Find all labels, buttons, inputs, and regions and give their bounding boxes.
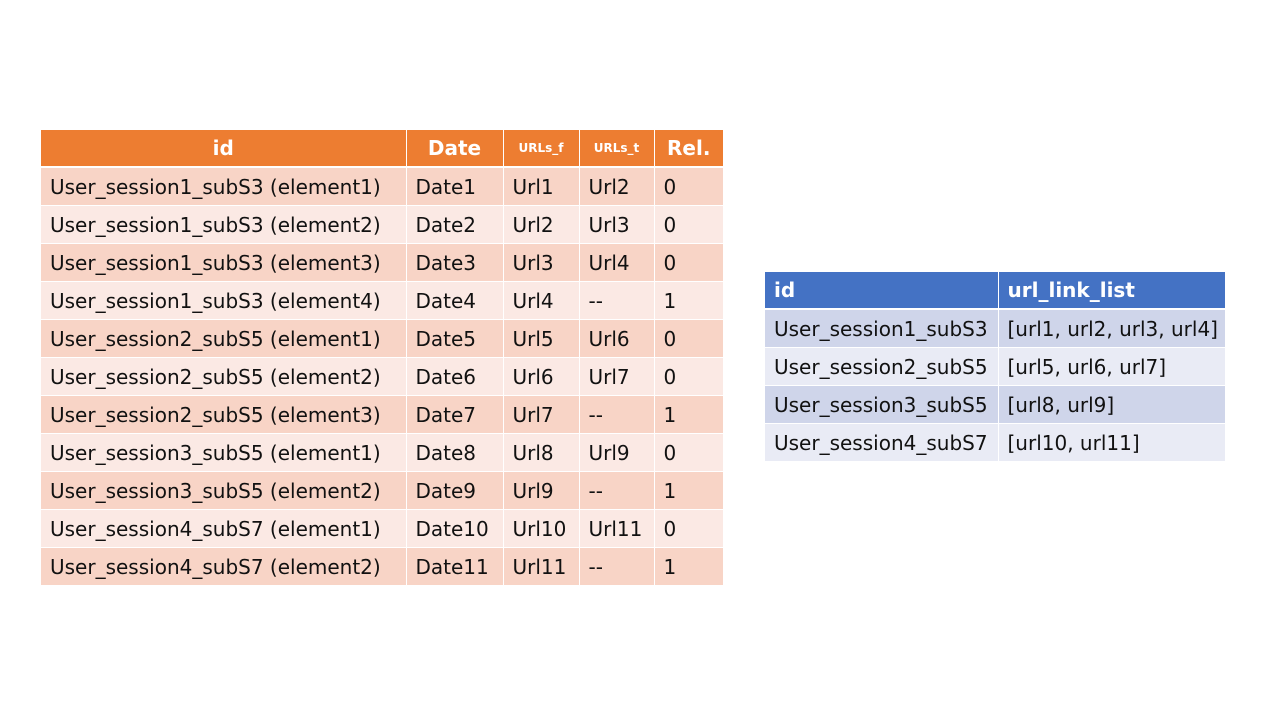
cell-url-to: Url7: [579, 357, 655, 396]
table-row: User_session3_subS5 (element2) Date9 Url…: [41, 471, 723, 510]
cell-url-to: Url3: [579, 205, 655, 244]
cell-url-from: Url4: [503, 281, 580, 320]
table-row: User_session1_subS3 (element4) Date4 Url…: [41, 281, 723, 320]
cell-url-to: --: [579, 547, 655, 586]
cell-date: Date8: [406, 433, 504, 472]
cell-url-from: Url6: [503, 357, 580, 396]
table-row: User_session4_subS7 (element1) Date10 Ur…: [41, 509, 723, 548]
cell-rel: 0: [654, 243, 723, 282]
cell-id: User_session1_subS3 (element1): [41, 167, 407, 206]
cell-url-to: Url11: [579, 509, 655, 548]
column-header-urls-t: URLs_t: [579, 130, 655, 168]
column-header-date: Date: [406, 130, 504, 168]
cell-rel: 0: [654, 357, 723, 396]
table-row: User_session1_subS3 (element1) Date1 Url…: [41, 167, 723, 206]
cell-date: Date11: [406, 547, 504, 586]
cell-id: User_session1_subS3: [765, 309, 999, 348]
table-row: User_session2_subS5 [url5, url6, url7]: [765, 347, 1225, 386]
cell-rel: 0: [654, 433, 723, 472]
column-header-url-link-list: url_link_list: [998, 272, 1225, 310]
slide: id Date URLs_f URLs_t Rel. User_session1…: [0, 0, 1280, 720]
cell-url-link-list: [url10, url11]: [998, 423, 1225, 462]
cell-rel: 1: [654, 471, 723, 510]
cell-date: Date6: [406, 357, 504, 396]
cell-rel: 1: [654, 395, 723, 434]
cell-url-to: --: [579, 395, 655, 434]
cell-id: User_session2_subS5: [765, 347, 999, 386]
cell-url-from: Url11: [503, 547, 580, 586]
table-row: User_session1_subS3 [url1, url2, url3, u…: [765, 309, 1225, 348]
cell-url-to: Url4: [579, 243, 655, 282]
cell-rel: 0: [654, 205, 723, 244]
table-row: User_session4_subS7 (element2) Date11 Ur…: [41, 547, 723, 586]
cell-url-link-list: [url8, url9]: [998, 385, 1225, 424]
session-url-list-table: id url_link_list User_session1_subS3 [ur…: [765, 272, 1225, 462]
table-row: User_session3_subS5 (element1) Date8 Url…: [41, 433, 723, 472]
cell-id: User_session1_subS3 (element3): [41, 243, 407, 282]
cell-rel: 0: [654, 319, 723, 358]
cell-url-from: Url3: [503, 243, 580, 282]
column-header-id: id: [765, 272, 999, 310]
cell-url-link-list: [url5, url6, url7]: [998, 347, 1225, 386]
table-row: User_session2_subS5 (element2) Date6 Url…: [41, 357, 723, 396]
table-row: User_session2_subS5 (element1) Date5 Url…: [41, 319, 723, 358]
cell-id: User_session2_subS5 (element3): [41, 395, 407, 434]
table-row: User_session3_subS5 [url8, url9]: [765, 385, 1225, 424]
cell-url-link-list: [url1, url2, url3, url4]: [998, 309, 1225, 348]
cell-url-to: Url6: [579, 319, 655, 358]
cell-id: User_session3_subS5 (element1): [41, 433, 407, 472]
cell-url-from: Url5: [503, 319, 580, 358]
column-header-rel: Rel.: [654, 130, 723, 168]
cell-url-to: Url9: [579, 433, 655, 472]
cell-id: User_session4_subS7 (element2): [41, 547, 407, 586]
cell-id: User_session1_subS3 (element4): [41, 281, 407, 320]
cell-rel: 1: [654, 547, 723, 586]
cell-url-from: Url7: [503, 395, 580, 434]
column-header-id: id: [41, 130, 407, 168]
cell-url-to: --: [579, 471, 655, 510]
cell-date: Date7: [406, 395, 504, 434]
table-header-row: id url_link_list: [765, 272, 1225, 310]
column-header-urls-f: URLs_f: [503, 130, 580, 168]
cell-date: Date5: [406, 319, 504, 358]
cell-id: User_session1_subS3 (element2): [41, 205, 407, 244]
table-row: User_session1_subS3 (element2) Date2 Url…: [41, 205, 723, 244]
cell-url-to: Url2: [579, 167, 655, 206]
cell-id: User_session3_subS5 (element2): [41, 471, 407, 510]
cell-date: Date9: [406, 471, 504, 510]
cell-date: Date4: [406, 281, 504, 320]
cell-id: User_session4_subS7 (element1): [41, 509, 407, 548]
table-row: User_session1_subS3 (element3) Date3 Url…: [41, 243, 723, 282]
cell-id: User_session4_subS7: [765, 423, 999, 462]
cell-date: Date3: [406, 243, 504, 282]
cell-id: User_session3_subS5: [765, 385, 999, 424]
table-row: User_session2_subS5 (element3) Date7 Url…: [41, 395, 723, 434]
cell-rel: 1: [654, 281, 723, 320]
cell-rel: 0: [654, 167, 723, 206]
cell-url-from: Url10: [503, 509, 580, 548]
cell-id: User_session2_subS5 (element1): [41, 319, 407, 358]
session-elements-table: id Date URLs_f URLs_t Rel. User_session1…: [41, 130, 723, 586]
table-row: User_session4_subS7 [url10, url11]: [765, 423, 1225, 462]
cell-id: User_session2_subS5 (element2): [41, 357, 407, 396]
cell-url-from: Url2: [503, 205, 580, 244]
cell-date: Date1: [406, 167, 504, 206]
cell-url-from: Url8: [503, 433, 580, 472]
cell-date: Date10: [406, 509, 504, 548]
cell-date: Date2: [406, 205, 504, 244]
cell-rel: 0: [654, 509, 723, 548]
cell-url-to: --: [579, 281, 655, 320]
table-header-row: id Date URLs_f URLs_t Rel.: [41, 130, 723, 168]
cell-url-from: Url1: [503, 167, 580, 206]
cell-url-from: Url9: [503, 471, 580, 510]
